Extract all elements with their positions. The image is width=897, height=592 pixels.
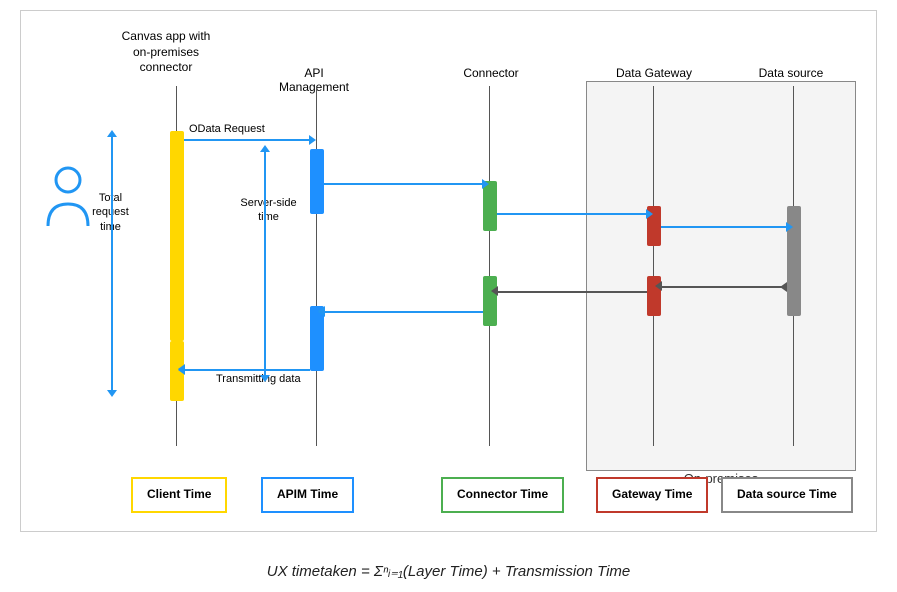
arrow-datasource-gateway-return	[661, 286, 787, 288]
arrow-server-side-time	[264, 151, 266, 376]
label-api-management: API Management	[269, 66, 359, 94]
vline-apim	[316, 86, 317, 446]
vline-gateway	[653, 86, 654, 446]
legend-client-time: Client Time	[131, 477, 227, 513]
arrow-odata-request	[184, 139, 310, 141]
arrow-gateway-datasource	[661, 226, 787, 228]
formula: UX timetaken = Σⁿᵢ₌₁(Layer Time) + Trans…	[0, 562, 897, 580]
arrow-connector-gateway	[497, 213, 647, 215]
arrow-gateway-connector-return	[497, 291, 647, 293]
arrowhead-left-1	[655, 281, 662, 291]
label-server-side-time: Server-side time	[236, 196, 301, 225]
arrowhead-left-2	[491, 286, 498, 296]
label-canvas-app: Canvas app with on-premises connector	[121, 29, 211, 76]
label-data-source: Data source	[751, 66, 831, 80]
arrow-apim-canvas-return	[184, 369, 310, 371]
legend-datasource-time: Data source Time	[721, 477, 853, 513]
legend-apim-time: APIM Time	[261, 477, 354, 513]
bar-apim-top	[310, 149, 324, 214]
arrow-total-request-time	[111, 136, 113, 391]
label-connector: Connector	[456, 66, 526, 80]
arrowhead-left-3	[318, 306, 325, 316]
label-data-gateway: Data Gateway	[614, 66, 694, 80]
label-transmitting-data: Transmitting data	[216, 373, 301, 385]
bar-connector-bottom	[483, 276, 497, 326]
vline-connector	[489, 86, 490, 446]
diagram-container: On-premises Canvas app with on-premises …	[20, 10, 877, 532]
arrow-connector-apim-return	[324, 311, 483, 313]
legend-connector-time: Connector Time	[441, 477, 564, 513]
label-odata-request: OData Request	[189, 123, 265, 135]
bar-client-time	[170, 131, 184, 341]
arrowhead-left-4	[178, 364, 185, 374]
legend-gateway-time: Gateway Time	[596, 477, 708, 513]
arrow-apim-connector-top	[324, 183, 483, 185]
onpremises-box	[586, 81, 856, 471]
